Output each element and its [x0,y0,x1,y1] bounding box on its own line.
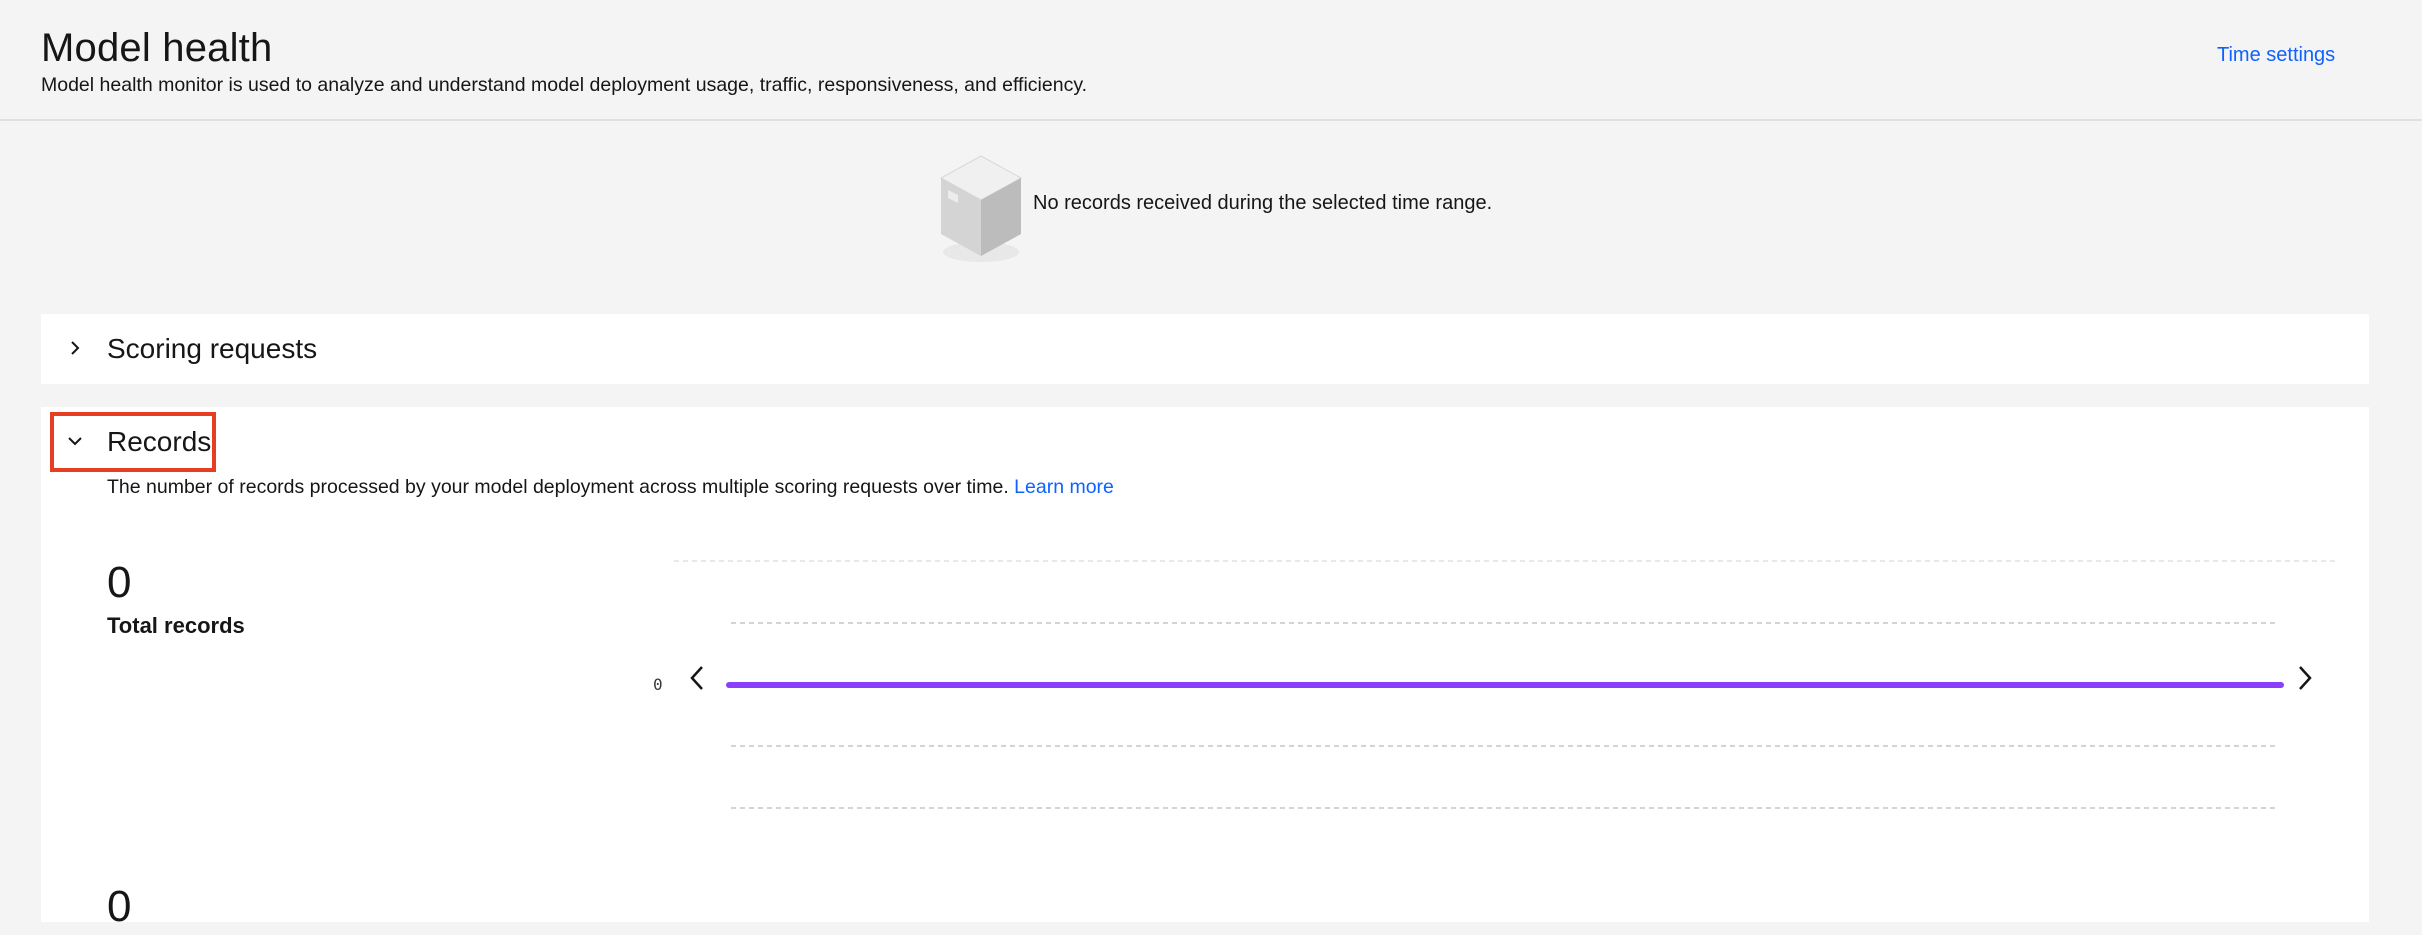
scoring-requests-accordion: Scoring requests [41,314,2369,384]
page-header: Model health Model health monitor is use… [0,0,2422,121]
page-title: Model health [41,26,273,70]
chart-next-button[interactable] [2299,666,2312,690]
records-chart: 0 [653,560,2336,809]
y-tick-label: 0 [653,675,663,694]
empty-state: No records received during the selected … [936,152,1536,272]
chevron-right-icon [71,341,80,355]
records-accordion: Records The number of records processed … [41,407,2369,931]
box-icon [939,155,1023,262]
records-description: The number of records processed by your … [107,473,1114,501]
chevron-right-icon [2299,666,2312,690]
records-secondary-value: 0 [107,882,132,931]
learn-more-link[interactable]: Learn more [1014,476,1114,498]
page-subtitle: Model health monitor is used to analyze … [41,74,1088,96]
time-settings-link[interactable]: Time settings [2217,42,2335,68]
records-description-text: The number of records processed by your … [107,476,1009,498]
chart-prev-button[interactable] [690,666,703,690]
records-title: Records [107,426,212,457]
empty-state-message: No records received during the selected … [1033,192,1493,214]
total-records-label: Total records [107,613,245,638]
records-header[interactable]: Records [41,407,2369,477]
scoring-requests-header[interactable]: Scoring requests [41,314,2369,384]
scoring-requests-title: Scoring requests [107,333,318,364]
total-records-value: 0 [107,558,132,607]
chevron-down-icon [68,437,82,446]
chevron-left-icon [690,666,703,690]
